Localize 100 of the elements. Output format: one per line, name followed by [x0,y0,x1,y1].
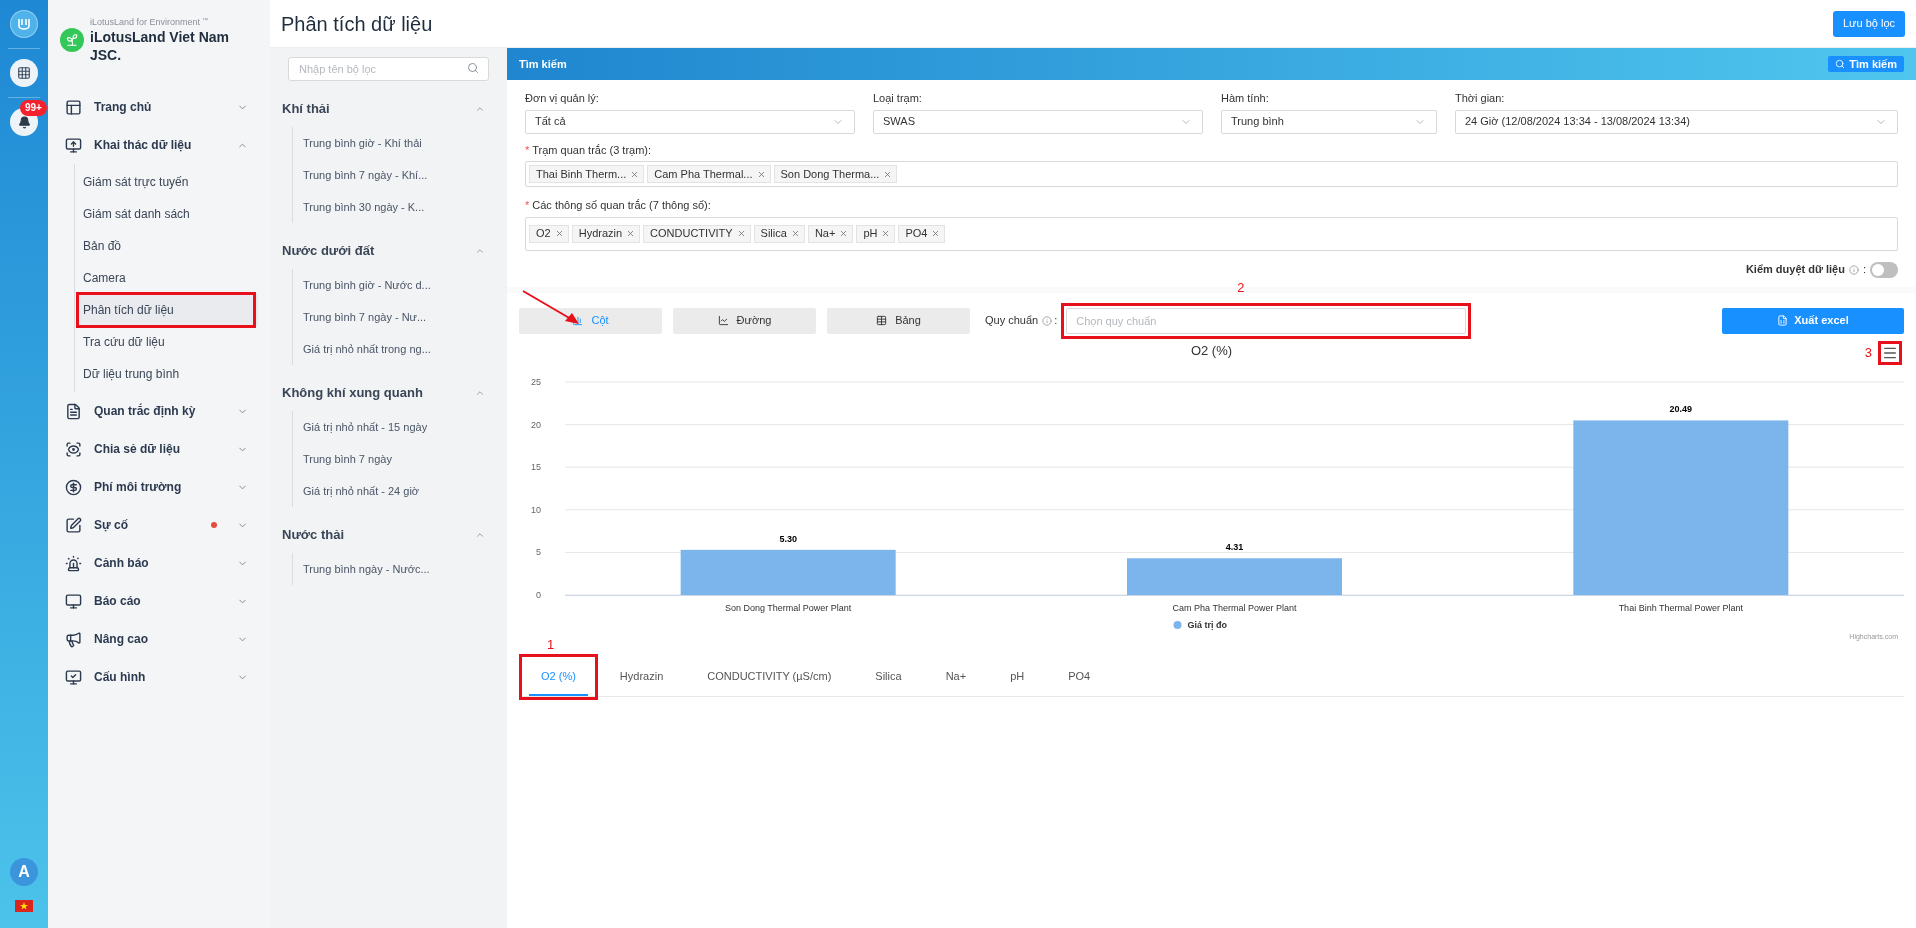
vietnam-flag-icon[interactable] [15,900,33,912]
filter-group-title: Nước thải [282,526,344,545]
info-icon [1848,264,1859,275]
nav-item-label: Khai thác dữ liệu [94,137,193,154]
nav-subitem[interactable]: Phân tích dữ liệu [79,294,258,326]
standard-colon: : [1054,313,1058,329]
select-field[interactable]: Tất cả [525,109,855,134]
nav-item[interactable]: Phí môi trường [60,468,258,506]
column-chart-icon [572,315,584,326]
remove-icon[interactable] [839,229,849,238]
approval-toggle[interactable] [1870,261,1898,278]
legend-label[interactable]: Giá trị đo [1187,620,1227,630]
nav-item[interactable]: Chia sẻ dữ liệu [60,430,258,468]
spreadsheet-icon [1777,315,1789,326]
parameter-tab[interactable]: Hydrazin [607,659,676,696]
remove-icon[interactable] [736,229,746,238]
notification-badge: 99+ [20,100,47,116]
remove-icon[interactable] [931,229,941,238]
parameter-tab[interactable]: pH [998,659,1037,696]
remove-icon[interactable] [881,229,891,238]
info-icon [1042,315,1053,326]
saved-filter-item[interactable]: Trung bình giờ - Nước d... [293,269,485,301]
filter-group-title: Nước dưới đất [282,242,375,261]
nav-subitem[interactable]: Tra cứu dữ liệu [79,326,258,358]
remove-icon[interactable] [554,229,564,238]
parameter-tab[interactable]: PO4 [1056,659,1103,696]
select-field[interactable]: Trung bình [1221,109,1437,134]
nav-item-icon [65,630,82,648]
saved-filter-item[interactable]: Giá trị nhỏ nhất trong ng... [293,333,485,365]
filter-group-header[interactable]: Khí thải [282,97,485,121]
parameter-tab[interactable]: Na+ [933,659,979,696]
nav-item-icon [65,478,82,496]
nav-subitem[interactable]: Bản đồ [79,230,258,262]
chart-type-button[interactable]: Đường [673,307,816,334]
remove-icon[interactable] [626,229,636,238]
bar-value-label: 4.31 [1225,542,1244,553]
nav-item[interactable]: Nâng cao [60,620,258,658]
saved-filter-item[interactable]: Giá trị nhỏ nhất - 24 giờ [293,475,485,507]
nav-item[interactable]: Trang chủ [60,88,258,126]
selected-tag[interactable]: Son Dong Therma... [773,165,898,183]
nav-item-icon [65,592,82,610]
selected-tag[interactable]: Na+ [807,224,854,243]
field-label: Hàm tính: [1221,91,1270,106]
approval-label: Kiểm duyệt dữ liệu [1745,262,1845,278]
app-logo-icon[interactable] [10,10,38,38]
select-field[interactable]: 24 Giờ (12/08/2024 13:34 - 13/08/2024 13:34) [1455,109,1898,134]
selected-tag[interactable]: Hydrazin [571,224,641,243]
nav-item-icon [65,554,82,572]
nav-item-label: Sự cố [94,517,130,534]
field-label: Loại trạm: [873,91,923,106]
selected-tag[interactable]: PO4 [898,224,946,243]
annotation-number: 3 [1864,343,1872,362]
remove-icon[interactable] [790,229,800,238]
field-label: Đơn vị quản lý: [525,91,600,106]
tag-select-field[interactable]: Thai Binh Therm... Cam Pha Thermal... Son Dong Therma... [525,161,1898,187]
apps-grid-icon[interactable] [10,59,38,87]
selected-tag[interactable]: Cam Pha Thermal... [647,165,771,183]
filter-group-header[interactable]: Nước dưới đất [282,239,485,263]
nav-subitem[interactable]: Camera [79,262,258,294]
saved-filter-item[interactable]: Trung bình 7 ngày [293,443,485,475]
selected-tag[interactable]: pH [856,224,896,243]
approval-colon: : [1862,262,1866,278]
nav-item[interactable]: Cấu hình [60,658,258,696]
nav-item[interactable]: Báo cáo [60,582,258,620]
saved-filter-item[interactable]: Trung bình 7 ngày - Nư... [293,301,485,333]
chevron-icon [475,530,485,540]
search-icon [467,62,479,74]
saved-filter-item[interactable]: Trung bình 7 ngày - Khí... [293,159,485,191]
select-field[interactable]: SWAS [873,109,1203,134]
filter-group-header[interactable]: Không khí xung quanh [282,381,485,405]
nav-subitem[interactable]: Dữ liệu trung bình [79,358,258,390]
filter-group-header[interactable]: Nước thải [282,523,485,547]
nav-item[interactable]: Cảnh báo [60,544,258,582]
chart-type-button[interactable]: Bảng [827,307,970,334]
remove-icon[interactable] [756,169,766,179]
nav-item-label: Cấu hình [94,669,147,686]
selected-tag[interactable]: O2 [529,224,569,243]
remove-icon[interactable] [883,169,893,179]
filter-group-title: Khí thải [282,100,330,119]
saved-filter-item[interactable]: Trung bình 30 ngày - K... [293,191,485,223]
tag-select-field[interactable]: O2 Hydrazin CONDUCTIVITY Silica Na+ pH PO4 [525,216,1898,251]
selected-tag[interactable]: CONDUCTIVITY [643,224,751,243]
table-icon [876,315,888,326]
parameter-tab[interactable]: Silica [863,659,914,696]
filter-search-field[interactable]: Nhập tên bộ lọc [288,57,489,81]
remove-icon[interactable] [630,169,640,179]
saved-filter-item[interactable]: Trung bình ngày - Nước... [293,553,485,585]
nav-item[interactable]: Sự cố [60,506,258,544]
nav-item[interactable]: Khai thác dữ liệu [60,126,258,164]
nav-subitem[interactable]: Giám sát danh sách [79,198,258,230]
standard-select-field[interactable]: Chọn quy chuẩn [1066,307,1467,334]
selected-tag[interactable]: Thai Binh Therm... [529,165,645,183]
y-axis-label: 10 [531,504,541,515]
selected-tag[interactable]: Silica [753,224,805,243]
nav-subitem[interactable]: Giám sát trực tuyến [79,166,258,198]
saved-filter-item[interactable]: Trung bình giờ - Khí thải [293,127,485,159]
x-axis-label: Cam Pha Thermal Power Plant [1172,603,1297,613]
parameter-tab[interactable]: CONDUCTIVITY (µS/cm) [695,659,844,696]
saved-filter-item[interactable]: Giá trị nhỏ nhất - 15 ngày [293,411,485,443]
nav-item[interactable]: Quan trắc định kỳ [60,392,258,430]
